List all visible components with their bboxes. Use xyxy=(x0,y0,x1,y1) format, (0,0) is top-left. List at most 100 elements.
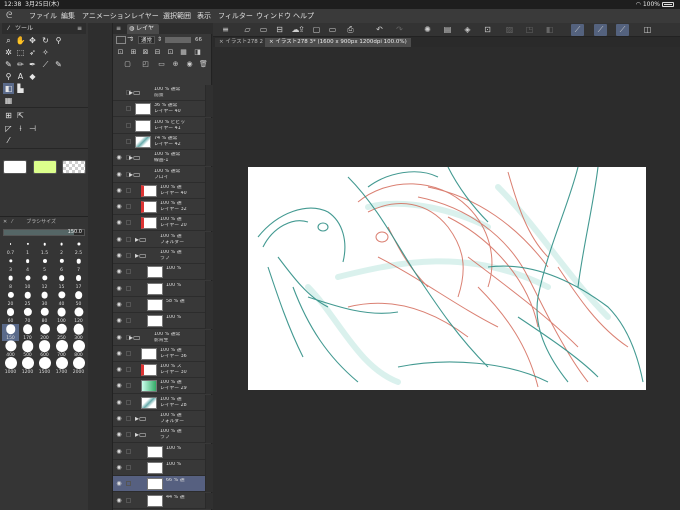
merge-down-icon[interactable]: ⊕ xyxy=(171,60,180,69)
layer-side-handle[interactable] xyxy=(205,231,213,248)
layer-folder-row[interactable]: ▸▭ 100 % 通常 前景 xyxy=(113,85,213,101)
opacity-slider[interactable] xyxy=(165,37,191,43)
layer-side-handle[interactable] xyxy=(205,248,213,264)
folder-icon[interactable]: ▸▭ xyxy=(135,252,147,260)
layer-row[interactable]: ◉ 100 % 通レイヤー 28 xyxy=(113,394,213,411)
pen-pressure-icon[interactable]: ◫ xyxy=(641,24,654,36)
marker-icon[interactable]: ⟋ xyxy=(40,59,51,70)
brush-size-option[interactable]: 20 xyxy=(2,290,19,307)
tool-tab[interactable]: ⁄ ツール ≡ xyxy=(2,23,86,34)
brush-size-option[interactable]: 300 xyxy=(70,323,87,341)
new-layer-icon[interactable]: ▢ xyxy=(123,60,132,69)
layer-color-icon[interactable]: ◨ xyxy=(193,48,202,57)
pen-icon[interactable]: ✒ xyxy=(27,59,38,70)
brush-size-option[interactable]: 3 xyxy=(2,256,19,273)
visibility-eye-icon[interactable]: ◉ xyxy=(115,301,123,309)
menu-layer[interactable]: レイヤー xyxy=(131,9,159,23)
brush-size-option[interactable]: 25 xyxy=(19,290,36,307)
brush-size-option[interactable]: 1700 xyxy=(53,357,70,375)
layer-lock-toggle[interactable] xyxy=(126,220,131,226)
close-icon[interactable]: × xyxy=(219,39,224,45)
visibility-eye-icon[interactable]: ◉ xyxy=(115,382,123,390)
brush-size-option[interactable]: 1200 xyxy=(19,357,36,375)
mask-icon[interactable]: ⊡ xyxy=(166,48,175,57)
brush-size-option[interactable]: 17 xyxy=(70,273,87,290)
layer-row[interactable]: ◉ 100 % 通レイヤー 40 xyxy=(113,182,213,199)
brush-size-option[interactable]: 2.5 xyxy=(70,239,87,256)
brush-size-option[interactable]: 120 xyxy=(70,307,87,324)
brush-size-option[interactable]: 800 xyxy=(70,340,87,358)
line-tool-icon[interactable]: ⁄ xyxy=(3,135,14,146)
visibility-eye-icon[interactable]: ◉ xyxy=(115,252,123,260)
layer-row[interactable]: ◉ 100 % xyxy=(113,443,213,460)
layer-side-handle[interactable] xyxy=(205,199,213,216)
new-canvas-icon[interactable]: ▱ xyxy=(241,24,254,36)
layer-folder-row[interactable]: ◉ ▸▭ 100 % 通常 ブロイ xyxy=(113,166,213,183)
layer-row[interactable]: ◉ 66 % 通 xyxy=(113,476,213,493)
layer-side-handle[interactable] xyxy=(205,166,213,183)
zoom-icon[interactable]: ⌕ xyxy=(3,35,14,46)
brush-size-option[interactable]: 700 xyxy=(53,340,70,358)
layer-lock-toggle[interactable] xyxy=(126,481,131,487)
draft-icon[interactable]: ▦ xyxy=(179,48,188,57)
layer-lock-toggle[interactable] xyxy=(126,187,131,193)
dim-tool-1-icon[interactable]: ▨ xyxy=(503,24,516,36)
layer-lock-toggle[interactable] xyxy=(126,416,131,421)
visibility-eye-icon[interactable]: ◉ xyxy=(115,203,123,211)
layer-side-handle[interactable] xyxy=(205,394,213,411)
layer-row[interactable]: ◉ 100 % 通レイヤー 32 xyxy=(113,199,213,216)
visibility-eye-icon[interactable]: ◉ xyxy=(115,399,123,407)
airbrush-icon[interactable]: ✎ xyxy=(53,59,64,70)
layer-row[interactable]: ◉ 100 % 通レイヤー 36 xyxy=(113,345,213,362)
visibility-eye-icon[interactable]: ◉ xyxy=(115,285,123,293)
brush-size-option[interactable]: 1.5 xyxy=(36,239,53,256)
layer-side-handle[interactable] xyxy=(205,427,213,444)
layer-lock-toggle[interactable] xyxy=(126,301,131,307)
layer-side-handle[interactable] xyxy=(205,133,213,150)
menu-animation[interactable]: アニメーション xyxy=(82,9,131,23)
visibility-eye-icon[interactable]: ◉ xyxy=(115,317,123,325)
layer-row[interactable]: 100 % ビビッ レイヤー 41 xyxy=(113,117,213,134)
new-file-icon[interactable]: ▢ xyxy=(310,24,323,36)
layer-lock-toggle[interactable] xyxy=(126,122,131,128)
eraser-icon[interactable]: ◆ xyxy=(27,71,38,82)
layer-lock-toggle[interactable] xyxy=(126,106,131,112)
selection-icon[interactable]: ⬚ xyxy=(15,47,26,58)
reference-icon[interactable]: ⊞ xyxy=(129,48,138,57)
menu-edit[interactable]: 編集 xyxy=(61,9,75,23)
gradient-icon[interactable]: ▦ xyxy=(3,95,14,106)
brush-size-option[interactable]: 1500 xyxy=(36,357,53,375)
brush-size-option[interactable]: 70 xyxy=(19,307,36,324)
layer-lock-toggle[interactable] xyxy=(126,448,131,454)
canvas-area[interactable] xyxy=(213,47,680,510)
layer-row[interactable]: ◉ 100 % xyxy=(113,459,213,476)
layer-side-handle[interactable] xyxy=(205,150,213,167)
lock-alpha-icon[interactable]: ⊟ xyxy=(153,48,162,57)
layer-side-handle[interactable] xyxy=(205,313,213,330)
layer-mask-icon[interactable]: ◉ xyxy=(185,60,194,69)
brush-size-option[interactable]: 2 xyxy=(53,239,70,256)
ruler-icon[interactable]: ◸ xyxy=(3,123,14,134)
visibility-eye-icon[interactable]: ◉ xyxy=(115,154,123,162)
layer-side-handle[interactable] xyxy=(205,476,213,493)
layer-side-handle[interactable] xyxy=(205,362,213,379)
open-icon[interactable]: ▭ xyxy=(326,24,339,36)
brush-size-option[interactable]: 400 xyxy=(2,340,19,358)
menu-lines-icon[interactable]: ≡ xyxy=(219,24,232,36)
visibility-eye-icon[interactable]: ◉ xyxy=(115,187,123,195)
redo-icon[interactable]: ↷ xyxy=(393,24,406,36)
blend-mode-select[interactable]: 通常 xyxy=(138,36,156,44)
layer-side-handle[interactable] xyxy=(205,101,213,118)
new-vector-layer-icon[interactable]: ◰ xyxy=(141,60,150,69)
visibility-eye-icon[interactable]: ◉ xyxy=(115,350,123,358)
clip-icon[interactable]: ⊡ xyxy=(116,48,125,57)
layer-lock-toggle[interactable] xyxy=(126,138,131,144)
brush-size-option[interactable]: 30 xyxy=(36,290,53,307)
layer-tab[interactable]: ◍ レイヤー xyxy=(127,24,159,42)
open-folder-icon[interactable]: ▭ xyxy=(257,24,270,36)
save-icon[interactable]: ⊟ xyxy=(273,24,286,36)
brush-size-option[interactable]: 5 xyxy=(36,256,53,273)
new-folder-icon[interactable]: ▭ xyxy=(157,60,166,69)
layer-side-handle[interactable] xyxy=(205,264,213,281)
brush-size-option[interactable]: 15 xyxy=(53,273,70,290)
